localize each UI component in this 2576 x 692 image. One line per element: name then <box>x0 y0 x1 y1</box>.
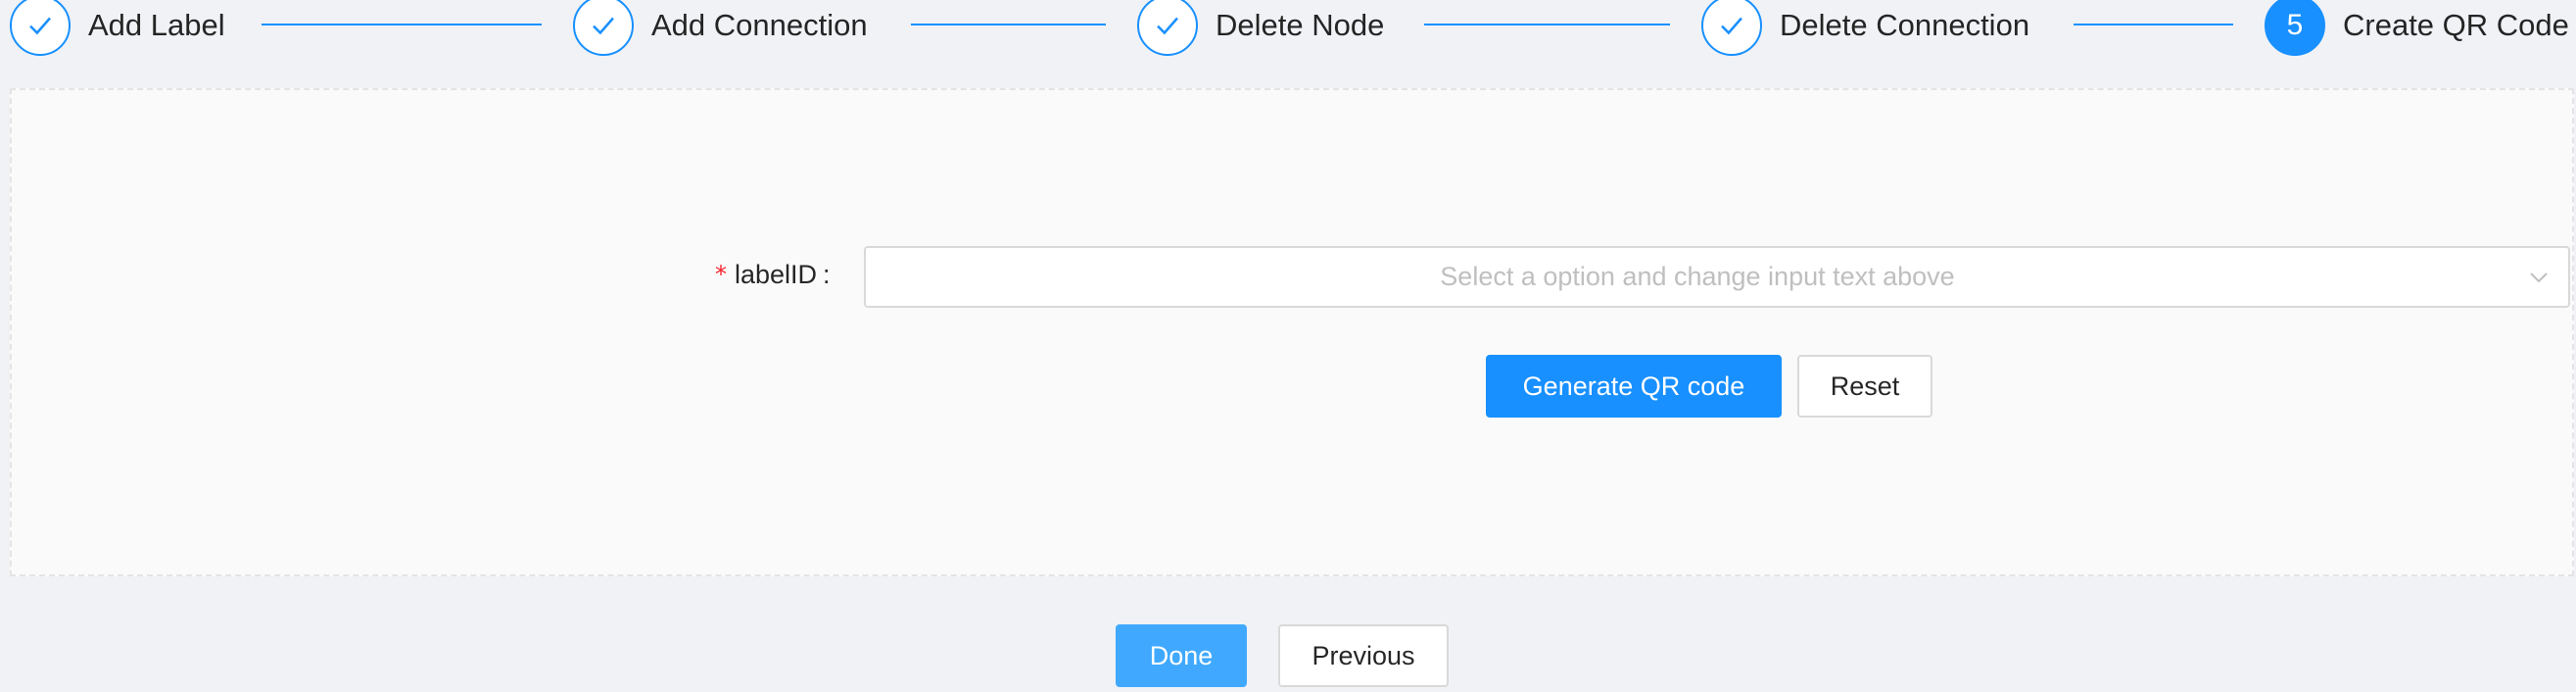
step-connector <box>262 24 542 25</box>
previous-button[interactable]: Previous <box>1278 624 1449 687</box>
labelid-label-text: labelID <box>735 259 818 289</box>
step-title: Add Label <box>88 8 225 42</box>
step-connector <box>2074 24 2233 25</box>
reset-button[interactable]: Reset <box>1797 355 1932 418</box>
steps-bar: Add Label Add Connection Delete Node Del… <box>0 0 2576 56</box>
step-number-icon: 5 <box>2265 0 2325 56</box>
step-title: Delete Node <box>1216 8 1385 42</box>
done-button[interactable]: Done <box>1116 624 1247 687</box>
step-connector <box>911 24 1106 25</box>
step-delete-node[interactable]: Delete Node <box>1137 0 1384 57</box>
labelid-form-label: * labelID : <box>715 255 831 294</box>
step-add-connection[interactable]: Add Connection <box>573 0 868 57</box>
step-connector <box>1424 24 1670 25</box>
check-icon <box>573 0 634 56</box>
form-panel <box>10 88 2574 576</box>
label-colon: : <box>823 259 831 289</box>
check-icon <box>10 0 71 56</box>
check-icon <box>1701 0 1762 56</box>
labelid-select[interactable]: Select a option and change input text ab… <box>864 246 2570 308</box>
select-placeholder: Select a option and change input text ab… <box>1440 262 1955 291</box>
step-delete-connection[interactable]: Delete Connection <box>1701 0 2029 57</box>
step-create-qr-code[interactable]: 5 Create QR Code <box>2265 0 2569 57</box>
step-title: Delete Connection <box>1780 8 2030 42</box>
generate-qr-code-button[interactable]: Generate QR code <box>1486 355 1782 418</box>
chevron-down-icon[interactable] <box>2509 266 2568 289</box>
step-title: Create QR Code <box>2343 8 2569 42</box>
step-title: Add Connection <box>651 8 868 42</box>
required-mark: * <box>715 261 727 288</box>
step-add-label[interactable]: Add Label <box>10 0 225 57</box>
check-icon <box>1137 0 1198 56</box>
